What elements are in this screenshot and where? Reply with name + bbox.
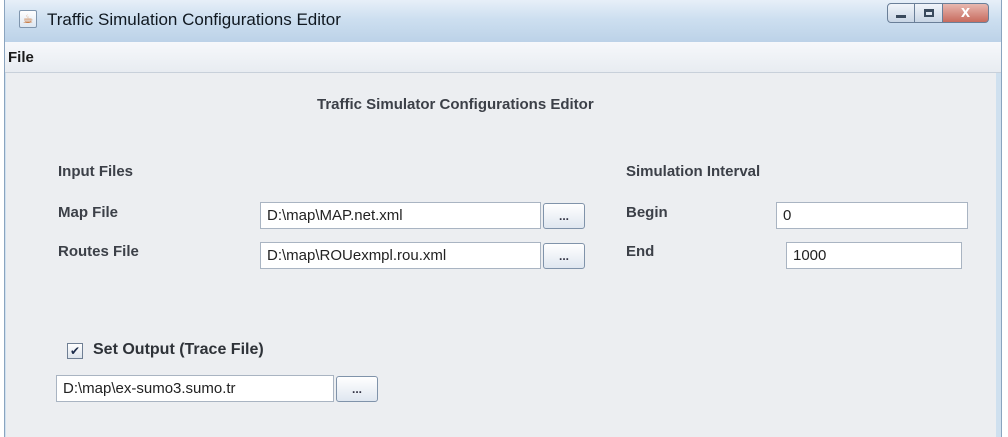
window-title: Traffic Simulation Configurations Editor: [47, 10, 341, 29]
input-files-label: Input Files: [58, 163, 133, 180]
begin-field[interactable]: [776, 202, 968, 229]
minimize-button[interactable]: [887, 3, 915, 23]
set-output-checkbox[interactable]: ✔: [67, 343, 83, 359]
menu-bar: File: [5, 42, 1001, 73]
close-button[interactable]: X: [943, 3, 989, 23]
title-bar[interactable]: ☕ Traffic Simulation Configurations Edit…: [5, 0, 1001, 42]
java-app-icon: ☕: [19, 10, 37, 28]
map-file-label: Map File: [58, 204, 119, 221]
maximize-icon: [923, 9, 934, 17]
end-field[interactable]: [786, 242, 962, 269]
menu-file[interactable]: File: [8, 49, 34, 66]
close-icon: X: [960, 6, 971, 20]
app-window: ☕ Traffic Simulation Configurations Edit…: [4, 0, 1002, 437]
maximize-button[interactable]: [915, 3, 943, 23]
minimize-icon: [896, 14, 906, 18]
map-file-field[interactable]: [260, 202, 541, 229]
config-panel: Traffic Simulator Configurations Editor …: [6, 73, 996, 437]
output-file-browse-button[interactable]: ...: [336, 376, 378, 402]
output-file-field[interactable]: [56, 375, 334, 402]
map-file-browse-button[interactable]: ...: [543, 203, 585, 229]
begin-label: Begin: [626, 204, 668, 221]
routes-file-field[interactable]: [260, 242, 541, 269]
routes-file-browse-button[interactable]: ...: [543, 243, 585, 269]
panel-heading: Traffic Simulator Configurations Editor: [317, 96, 594, 113]
routes-file-label: Routes File: [58, 243, 139, 260]
end-label: End: [626, 243, 655, 260]
set-output-label[interactable]: Set Output (Trace File): [93, 341, 264, 359]
window-controls: X: [887, 3, 989, 25]
simulation-interval-label: Simulation Interval: [626, 163, 761, 180]
